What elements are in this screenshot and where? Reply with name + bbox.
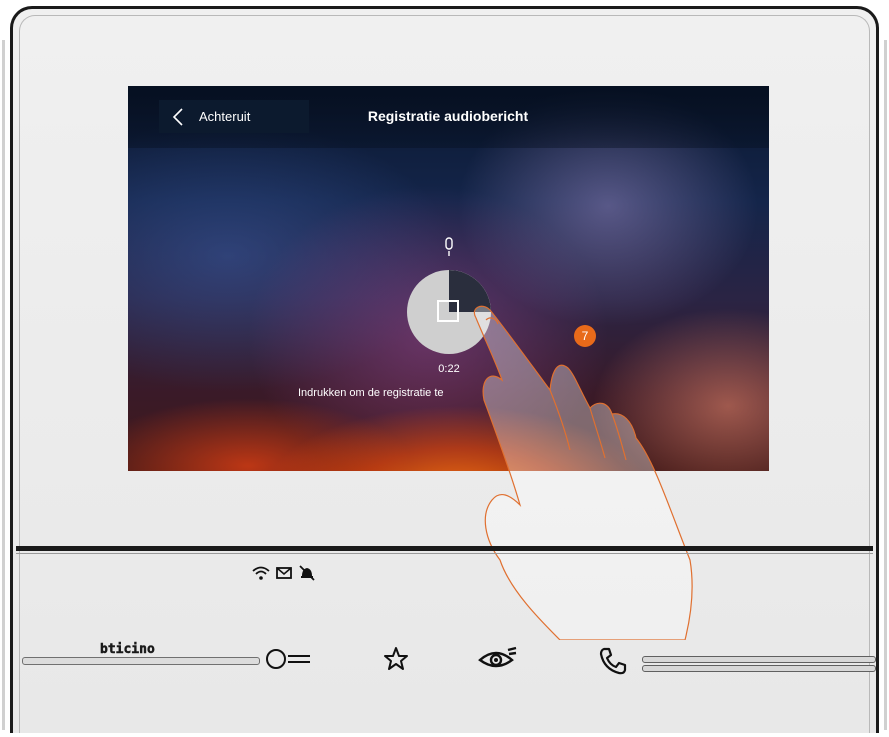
back-button-label: Achteruit [199,109,251,124]
speaker-slot-left [22,657,260,665]
favorites-button[interactable] [383,646,409,672]
envelope-icon [276,567,292,579]
wifi-icon [252,566,270,580]
microphone-icon [445,237,453,256]
step-number-badge: 7 [574,325,596,347]
eye-icon [478,646,517,668]
handset-icon [599,647,627,675]
speaker-slot-right-top [642,656,876,663]
back-button[interactable]: Achteruit [159,100,309,133]
status-indicators [252,565,316,581]
bell-off-icon [299,565,315,581]
device-edge-right [884,40,887,730]
panel-divider [16,546,873,551]
door-key-icon [266,649,310,669]
speaker-slot-right-bottom [642,665,876,672]
page-title: Registratie audiobericht [367,108,529,124]
star-icon [384,647,408,670]
chevron-left-icon [172,107,183,126]
device-edge-left [2,40,5,730]
panel-divider-highlight [16,553,873,554]
brand-logo: bticino [100,642,155,658]
screen-header: Achteruit Registratie audiobericht [128,86,769,148]
answer-call-button[interactable] [598,646,628,676]
door-lock-button[interactable] [264,646,312,672]
camera-view-button[interactable] [478,646,518,672]
